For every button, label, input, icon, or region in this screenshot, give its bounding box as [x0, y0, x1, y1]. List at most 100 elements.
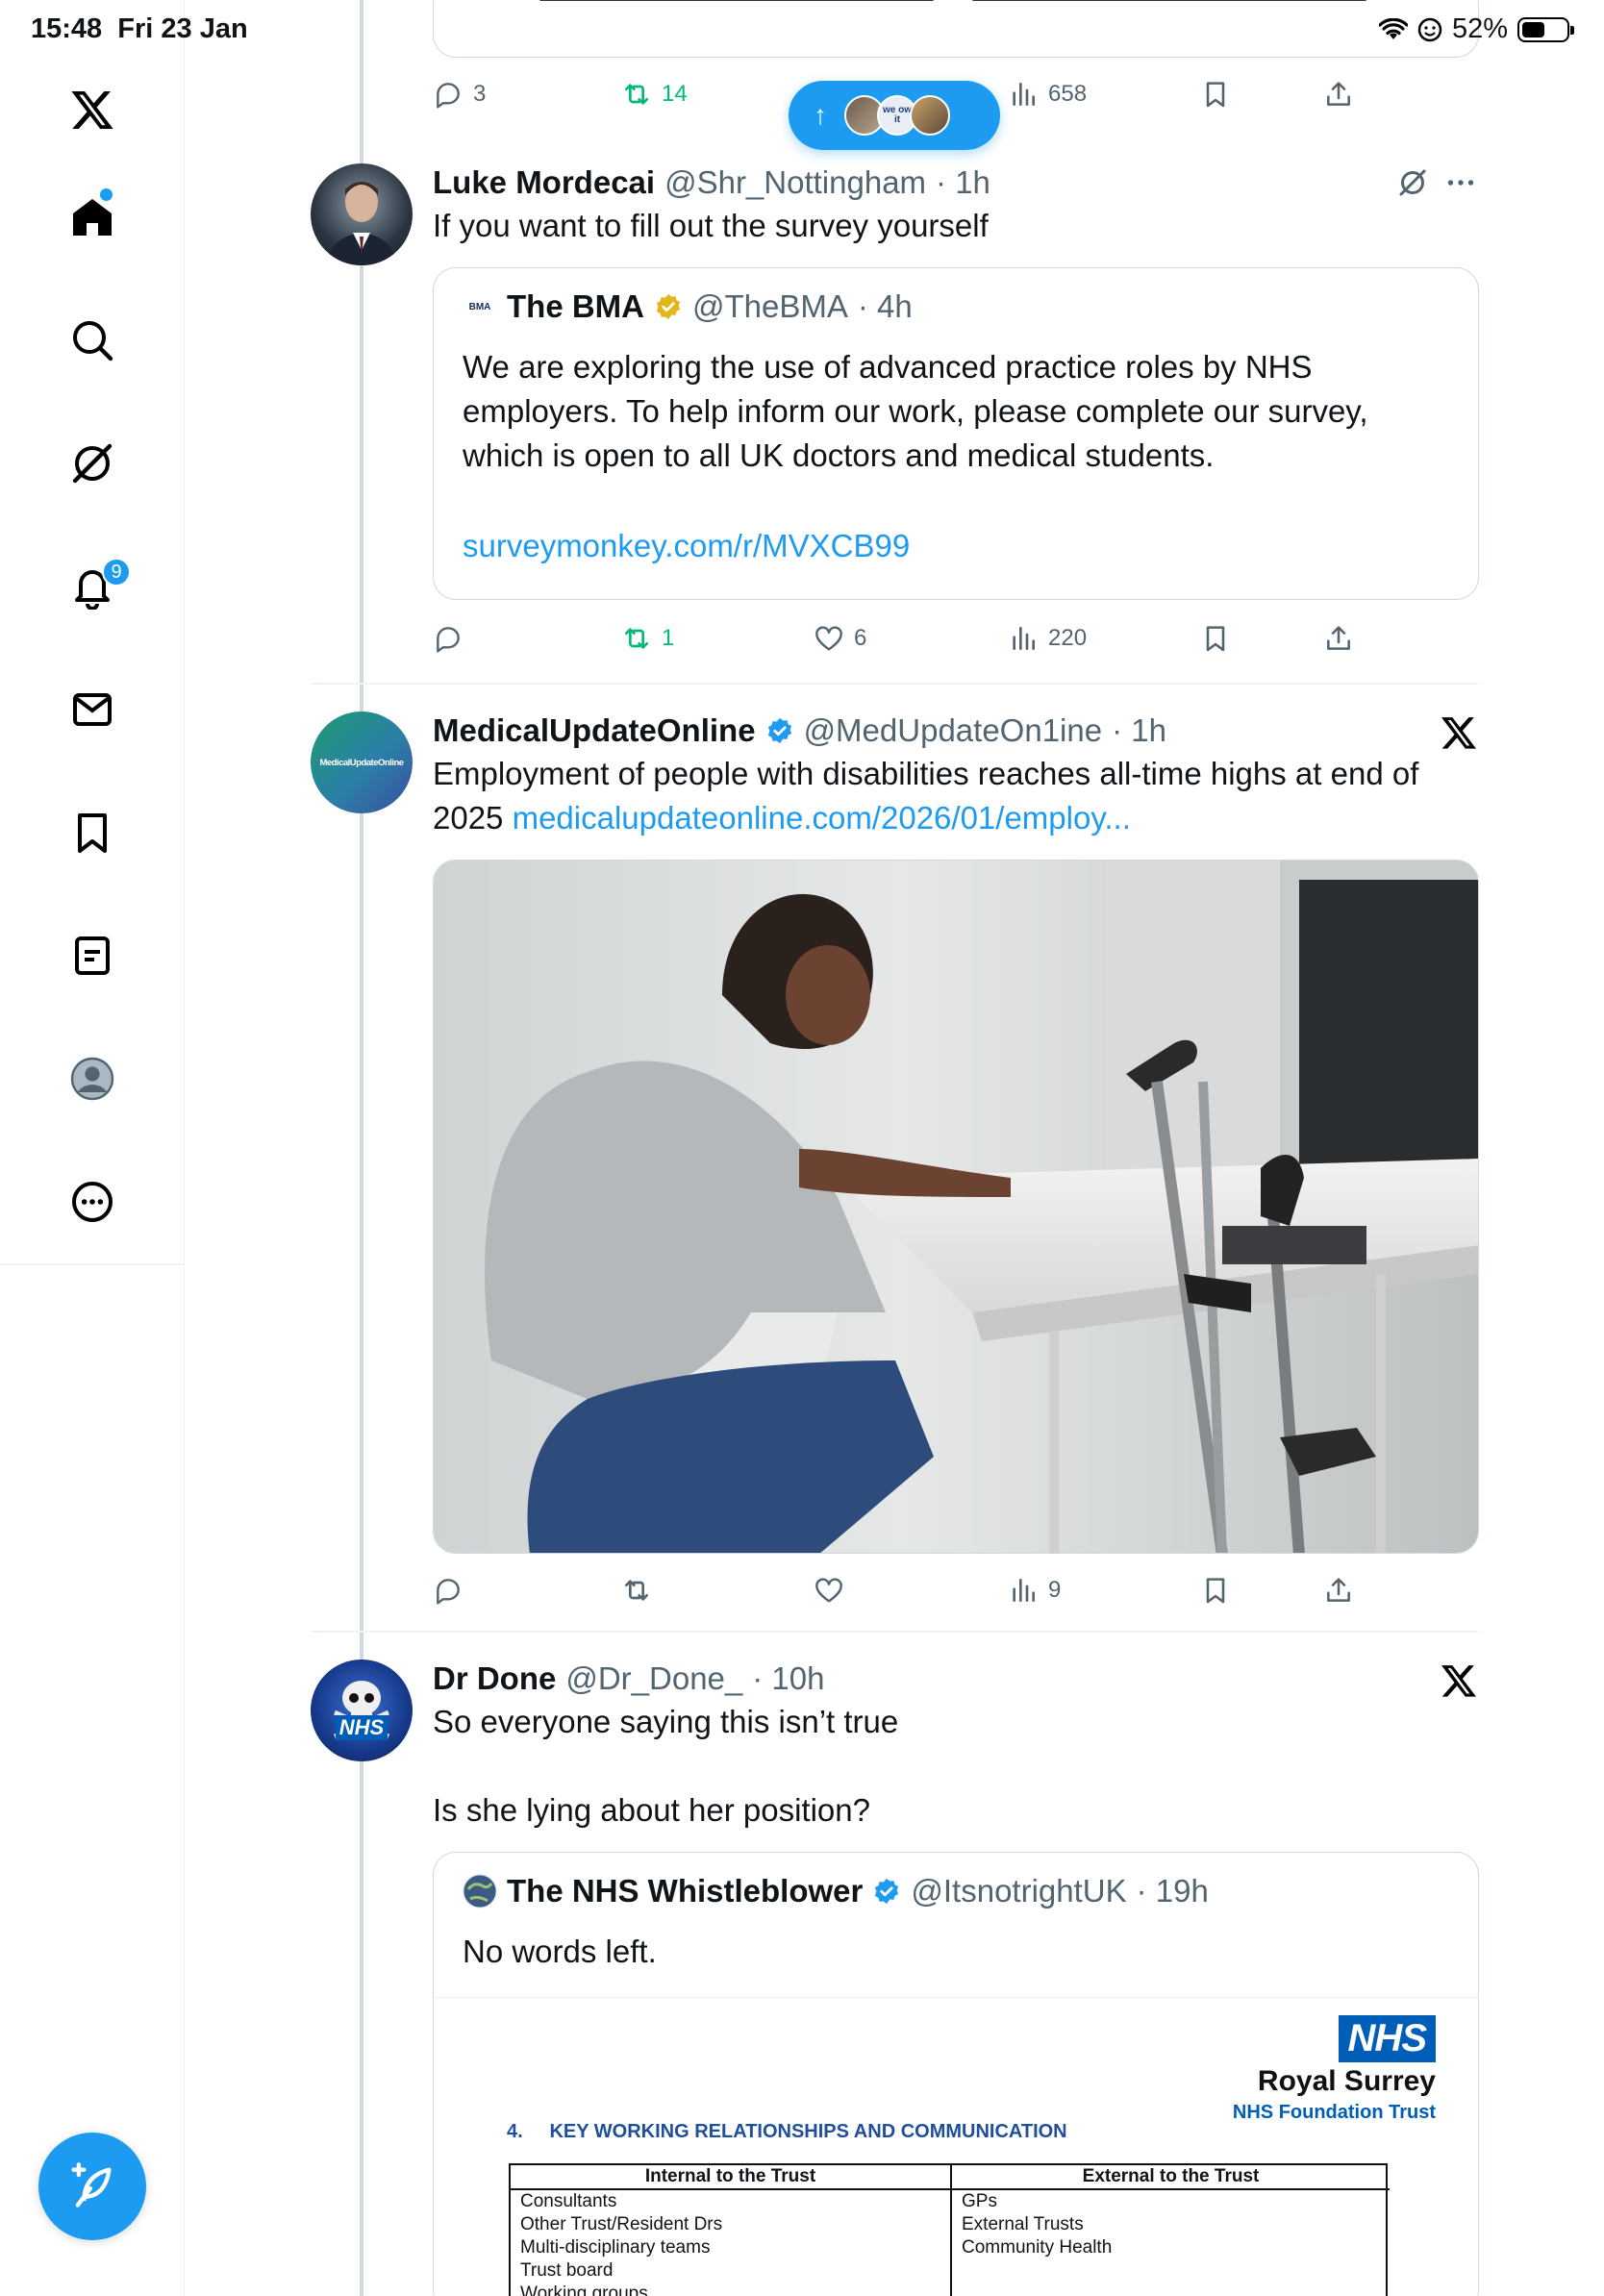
org-name: Royal Surrey — [1257, 2065, 1436, 2097]
woman-at-desk-with-crutches-photo — [434, 861, 1478, 1553]
bookmark-button[interactable] — [1200, 623, 1231, 654]
search-icon[interactable] — [63, 312, 121, 369]
reply-button[interactable] — [433, 623, 473, 654]
grok-icon[interactable] — [63, 435, 121, 492]
more-options-icon[interactable] — [63, 1173, 121, 1231]
repost-icon — [625, 628, 648, 649]
repost-button[interactable]: 1 — [621, 623, 674, 654]
home-icon[interactable] — [63, 188, 121, 246]
share-button[interactable] — [1323, 1575, 1354, 1606]
status-time: 15:48 Fri 23 Jan — [31, 13, 248, 45]
author-name[interactable]: Luke Mordecai — [433, 164, 655, 201]
bookmarks-icon[interactable] — [63, 804, 121, 861]
views-button[interactable]: 220 — [1008, 623, 1087, 654]
x-logo-icon[interactable] — [63, 81, 121, 138]
compose-post-button[interactable] — [38, 2133, 146, 2240]
trust-name: NHS Foundation Trust — [1232, 2102, 1436, 2123]
clock-date: Fri 23 Jan — [117, 13, 248, 44]
quote-header: BMA The BMA @TheBMA · 4h — [463, 286, 913, 328]
author-name[interactable]: Dr Done — [433, 1660, 556, 1697]
bma-logo: BMA — [468, 301, 491, 312]
nav-divider — [0, 1263, 185, 1265]
tweet-text: Employment of people with disabilities r… — [433, 756, 1419, 836]
repost-button[interactable] — [621, 1575, 662, 1606]
bookmark-button[interactable] — [1200, 79, 1231, 110]
share-icon — [1327, 1578, 1350, 1602]
tweet-actions: 9 — [433, 1569, 1356, 1611]
blue-verified-badge-icon — [767, 717, 791, 744]
bookmark-icon — [1206, 626, 1225, 652]
x-logo-icon[interactable] — [1440, 1661, 1478, 1700]
profile-avatar-icon[interactable] — [63, 1050, 121, 1108]
quoted-tweet-nhs-whistleblower[interactable]: The NHS Whistleblower @ItsnotrightUK · 1… — [433, 1852, 1479, 2296]
battery-icon — [1517, 16, 1574, 42]
lists-icon[interactable] — [63, 927, 121, 985]
like-button[interactable]: 6 — [814, 623, 866, 654]
tweet-header: Dr Done @Dr_Done_ · 10h — [433, 1658, 824, 1700]
views-button[interactable]: 9 — [1008, 1575, 1061, 1606]
quote-text: No words left. — [463, 1934, 657, 1969]
arrow-up-icon: ↑ — [814, 100, 827, 130]
nhs-logo: NHS — [1338, 2015, 1436, 2062]
views-button[interactable]: 658 — [1008, 79, 1087, 110]
repost-icon — [625, 84, 648, 105]
author-name[interactable]: MedicalUpdateOnline — [433, 712, 756, 749]
quote-header: The NHS Whistleblower @ItsnotrightUK · 1… — [463, 1870, 1209, 1912]
tweet-divider — [311, 683, 1478, 685]
x-logo-icon[interactable] — [1440, 713, 1478, 752]
quoted-tweet-bma[interactable]: BMA The BMA @TheBMA · 4h We are explorin… — [433, 267, 1479, 600]
tweet-text: If you want to fill out the survey yours… — [433, 208, 989, 243]
tweet-text-line-2: Is she lying about her position? — [433, 1792, 870, 1828]
article-link[interactable]: medicalupdateonline.com/2026/01/employ..… — [513, 800, 1131, 836]
survey-link[interactable]: surveymonkey.com/r/MVXCB99 — [463, 524, 1453, 568]
grok-explain-icon[interactable] — [1395, 165, 1430, 200]
quote-author-handle: @TheBMA — [692, 288, 848, 324]
share-button[interactable] — [1323, 79, 1354, 110]
reply-button[interactable]: 3 — [433, 79, 486, 110]
reply-button[interactable] — [433, 1575, 473, 1606]
quote-author-handle: @ItsnotrightUK — [911, 1873, 1127, 1909]
avatar[interactable]: NHS — [311, 1660, 413, 1761]
messages-envelope-icon[interactable] — [63, 681, 121, 738]
bookmark-icon — [1206, 82, 1225, 108]
share-icon — [1327, 82, 1350, 106]
quote-author-name: The NHS Whistleblower — [507, 1873, 864, 1909]
heart-icon — [815, 626, 842, 651]
tweet-time[interactable]: · 1h — [936, 164, 990, 201]
new-posts-pill[interactable]: ↑ we ow it — [789, 81, 1000, 150]
globe-avatar-icon — [463, 1874, 497, 1909]
more-dots-icon[interactable] — [1443, 165, 1478, 200]
status-indicators: 52% — [1378, 13, 1574, 45]
avatar[interactable]: MedicalUpdateOnline — [311, 711, 413, 813]
author-handle[interactable]: @Dr_Done_ — [565, 1660, 742, 1697]
reply-icon — [437, 83, 460, 109]
internal-column: Internal to the Trust Consultants Other … — [511, 2165, 950, 2296]
job-description-document-image[interactable]: NHS Royal Surrey NHS Foundation Trust 4.… — [434, 1997, 1478, 2296]
bookmark-button[interactable] — [1200, 1575, 1231, 1606]
author-handle[interactable]: @Shr_Nottingham — [664, 164, 926, 201]
repost-icon — [625, 1580, 648, 1601]
quote-time: · 19h — [1136, 1873, 1209, 1909]
focus-mode-icon — [1417, 17, 1442, 41]
tweet-text-line-1: So everyone saying this isn’t true — [433, 1704, 899, 1739]
like-button[interactable] — [814, 1575, 854, 1606]
home-unread-dot — [100, 188, 113, 201]
battery-fill — [1522, 21, 1544, 37]
status-bar: 15:48 Fri 23 Jan 52% — [0, 0, 1604, 62]
external-column: External to the Trust GPs External Trust… — [950, 2165, 1390, 2296]
person-avatar-image — [326, 182, 397, 265]
tweet-photo[interactable] — [433, 860, 1479, 1554]
clock-time: 15:48 — [31, 13, 103, 44]
share-button[interactable] — [1323, 623, 1354, 654]
repost-button[interactable]: 14 — [621, 79, 688, 110]
wifi-icon — [1378, 17, 1408, 39]
quote-time: · 4h — [857, 288, 913, 324]
tweet-actions: 1 6 220 — [433, 617, 1356, 660]
tweet-time[interactable]: · 1h — [1112, 712, 1166, 749]
reply-icon — [437, 627, 460, 653]
avatar[interactable] — [311, 163, 413, 265]
views-chart-icon — [1013, 627, 1035, 650]
author-handle[interactable]: @MedUpdateOn1ine — [804, 712, 1103, 749]
compose-feather-icon — [71, 2162, 112, 2208]
tweet-time[interactable]: · 10h — [752, 1660, 824, 1697]
